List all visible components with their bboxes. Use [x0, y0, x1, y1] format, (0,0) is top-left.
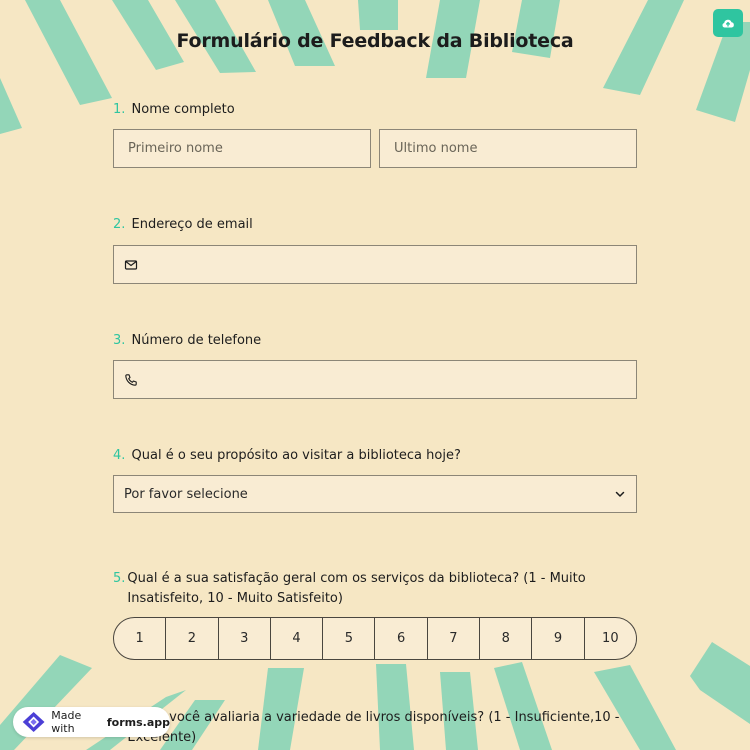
first-name-input[interactable]	[114, 130, 370, 167]
scale-option-9[interactable]: 9	[531, 618, 583, 659]
question-5-number: 5.	[113, 571, 126, 586]
question-1-label: 1. Nome completo	[113, 100, 235, 120]
badge-brand: forms.app	[106, 715, 170, 729]
email-input[interactable]	[114, 246, 636, 283]
form-page: Formulário de Feedback da Biblioteca 1. …	[0, 0, 750, 750]
badge-prefix: Made with	[51, 709, 82, 735]
scale-option-5[interactable]: 5	[322, 618, 374, 659]
phone-input[interactable]	[114, 361, 636, 398]
question-3-label: 3. Número de telefone	[113, 331, 261, 351]
made-with-forms-app-badge[interactable]: Made with forms.app	[13, 707, 170, 737]
question-2-text: Endereço de email	[131, 217, 253, 232]
phone-icon	[125, 374, 137, 386]
question-6-label: 6. Como você avaliaria a variedade de li…	[113, 708, 627, 748]
question-3-number: 3.	[113, 333, 126, 348]
question-6-text: Como você avaliaria a variedade de livro…	[127, 710, 620, 745]
chevron-down-icon	[615, 491, 625, 497]
scale-option-3[interactable]: 3	[217, 618, 270, 659]
scale-option-8[interactable]: 8	[479, 618, 531, 659]
question-5-text: Qual é a sua satisfação geral com os ser…	[127, 571, 586, 606]
last-name-input[interactable]	[380, 130, 636, 167]
purpose-select-value: Por favor selecione	[124, 486, 248, 502]
first-name-field[interactable]	[113, 129, 371, 168]
last-name-field[interactable]	[379, 129, 637, 168]
purpose-select[interactable]: Por favor selecione	[113, 475, 637, 513]
question-4-text: Qual é o seu propósito ao visitar a bibl…	[131, 448, 461, 463]
scale-option-2[interactable]: 2	[165, 618, 217, 659]
satisfaction-scale: 1 2 3 4 5 6 7 8 9 10	[113, 617, 637, 660]
question-2-number: 2.	[113, 217, 126, 232]
envelope-icon	[124, 260, 138, 270]
scale-option-1[interactable]: 1	[114, 618, 165, 659]
scale-option-4[interactable]: 4	[269, 618, 322, 659]
email-field[interactable]	[113, 245, 637, 284]
form-title: Formulário de Feedback da Biblioteca	[176, 30, 574, 52]
scale-option-6[interactable]: 6	[374, 618, 426, 659]
question-3-text: Número de telefone	[131, 333, 262, 348]
scale-option-10[interactable]: 10	[583, 618, 636, 659]
question-4-number: 4.	[113, 448, 126, 463]
cloud-upload-icon	[722, 19, 734, 28]
question-4-label: 4. Qual é o seu propósito ao visitar a b…	[113, 446, 461, 466]
question-5-label: 5. Qual é a sua satisfação geral com os …	[113, 569, 627, 609]
phone-field[interactable]	[113, 360, 637, 399]
question-1-text: Nome completo	[131, 102, 235, 117]
question-2-label: 2. Endereço de email	[113, 215, 253, 235]
forms-app-logo-icon	[22, 712, 45, 732]
question-1-number: 1.	[113, 102, 126, 117]
scale-option-7[interactable]: 7	[426, 618, 479, 659]
